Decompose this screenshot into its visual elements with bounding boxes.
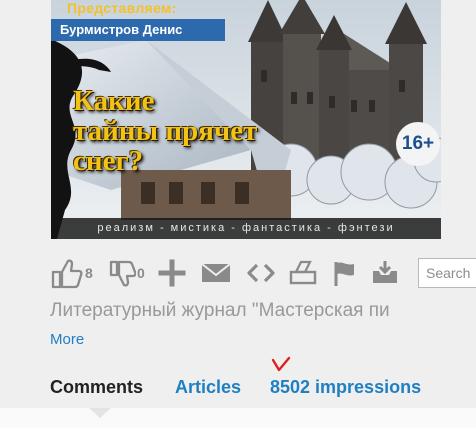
- red-checkmark-annotation: [271, 356, 291, 372]
- cover-title-line: снег?: [73, 145, 144, 177]
- flag-icon: [334, 262, 354, 286]
- cover-genres-strip: реализм - мистика - фантастика - фэнтези: [51, 218, 441, 239]
- age-rating-badge: 16+: [396, 122, 440, 166]
- tab-impressions[interactable]: 8502 impressions: [270, 377, 421, 398]
- printer-icon: [289, 260, 317, 285]
- email-button[interactable]: [200, 256, 232, 290]
- code-icon: [247, 263, 275, 283]
- like-button[interactable]: 8: [50, 256, 93, 290]
- action-toolbar: 8 0 Search: [50, 256, 476, 290]
- journal-title: Литературный журнал "Мастерская пи: [50, 300, 390, 321]
- embed-button[interactable]: [246, 256, 276, 290]
- thumbs-down-icon: [109, 260, 136, 287]
- comments-panel: [0, 408, 476, 428]
- plus-icon: [158, 259, 186, 287]
- tab-articles[interactable]: Articles: [175, 377, 241, 398]
- download-button[interactable]: [370, 256, 400, 290]
- active-tab-pointer: [89, 408, 111, 418]
- thumbs-up-icon: [51, 259, 83, 289]
- more-link[interactable]: More: [50, 331, 84, 348]
- dislike-count: 0: [137, 265, 145, 281]
- cover-title-line: тайны прячет: [73, 115, 258, 147]
- envelope-icon: [201, 263, 231, 282]
- cover-title-line: Какие: [73, 85, 155, 117]
- dislike-button[interactable]: 0: [108, 256, 145, 290]
- report-button[interactable]: [330, 256, 358, 290]
- download-tray-icon: [373, 261, 397, 283]
- cover-author-name: Бурмистров Денис: [51, 19, 225, 41]
- print-button[interactable]: [288, 256, 318, 290]
- like-count: 8: [85, 265, 93, 281]
- search-input[interactable]: Search: [418, 258, 476, 288]
- tab-comments[interactable]: Comments: [50, 377, 143, 398]
- add-button[interactable]: [158, 256, 186, 290]
- cover-book-title: Какие тайны прячет снег?: [73, 86, 293, 176]
- magazine-cover-image[interactable]: Представляем: Бурмистров Денис Какие тай…: [51, 0, 441, 239]
- cover-presents-label: Представляем:: [67, 0, 177, 16]
